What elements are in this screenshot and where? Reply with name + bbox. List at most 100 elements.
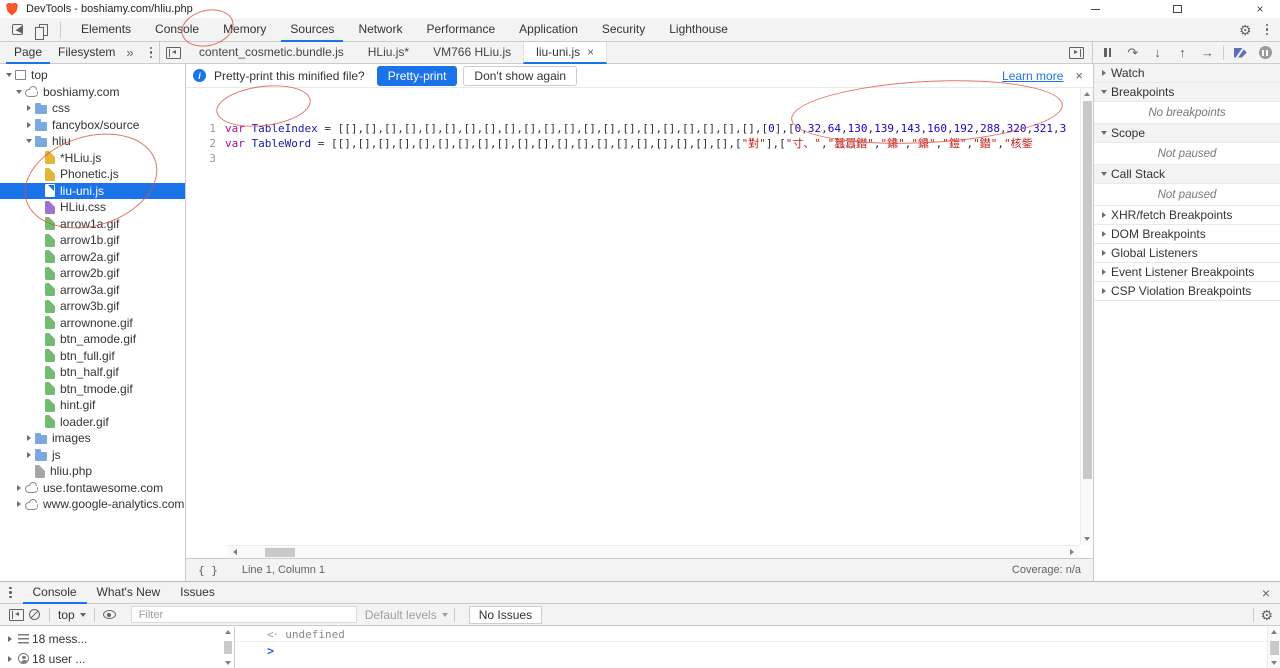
tree-item-hint-gif[interactable]: hint.gif	[0, 397, 185, 414]
scroll-down-icon[interactable]	[225, 661, 231, 665]
close-drawer-icon[interactable]: ×	[1262, 585, 1270, 601]
close-tab-icon[interactable]: ×	[587, 46, 594, 58]
section-watch[interactable]: Watch	[1094, 64, 1280, 83]
drawer-menu-icon[interactable]	[7, 585, 14, 601]
console-filter-input[interactable]	[131, 606, 357, 623]
code-editor[interactable]: 1var TableIndex = [[],[],[],[],[],[],[],…	[186, 88, 1080, 545]
deactivate-breakpoints-button[interactable]	[1229, 43, 1251, 63]
log-levels-dropdown[interactable]: Default levels	[365, 608, 448, 622]
tree-item-top[interactable]: top	[0, 67, 185, 84]
tree-item-hliu[interactable]: hliu	[0, 133, 185, 150]
console-sidebar-scrollbar[interactable]	[222, 628, 233, 667]
show-console-sidebar-button[interactable]	[7, 606, 25, 624]
editor-tab-vm766-hliu-js[interactable]: VM766 HLiu.js	[421, 42, 523, 64]
collapsed-arrow-icon[interactable]	[24, 452, 34, 458]
scroll-up-icon[interactable]	[1081, 88, 1093, 100]
pretty-print-button[interactable]: Pretty-print	[377, 66, 458, 86]
tree-item-btn-full-gif[interactable]: btn_full.gif	[0, 348, 185, 365]
section-global-listeners[interactable]: Global Listeners	[1094, 244, 1280, 263]
tree-item-arrow3b-gif[interactable]: arrow3b.gif	[0, 298, 185, 315]
tab-filesystem[interactable]: Filesystem	[50, 42, 123, 64]
editor-horizontal-scrollbar[interactable]	[227, 545, 1080, 558]
scroll-up-icon[interactable]	[225, 630, 231, 634]
tree-item-btn-amode-gif[interactable]: btn_amode.gif	[0, 331, 185, 348]
learn-more-link[interactable]: Learn more	[1002, 69, 1063, 83]
tree-item-fancybox-source[interactable]: fancybox/source	[0, 117, 185, 134]
tree-item-www-google-analytics-com[interactable]: www.google-analytics.com	[0, 496, 185, 513]
editor-tab-hliu-js[interactable]: HLiu.js*	[356, 42, 421, 64]
dont-show-again-button[interactable]: Don't show again	[463, 66, 577, 86]
section-breakpoints[interactable]: Breakpoints	[1094, 83, 1280, 102]
console-settings-gear-icon[interactable]: ⚙	[1260, 608, 1273, 622]
pretty-print-toggle-icon[interactable]: { }	[198, 564, 218, 577]
tree-item-hliu-css[interactable]: HLiu.css	[0, 199, 185, 216]
toggle-debugger-sidebar-icon[interactable]	[1069, 47, 1084, 59]
tab-memory[interactable]: Memory	[214, 18, 275, 42]
pause-on-exceptions-button[interactable]	[1254, 43, 1276, 63]
tab-sources[interactable]: Sources	[281, 18, 343, 42]
drawer-tab-what-s-new[interactable]: What's New	[87, 582, 171, 604]
tree-item-btn-half-gif[interactable]: btn_half.gif	[0, 364, 185, 381]
section-scope[interactable]: Scope	[1094, 124, 1280, 143]
section-call-stack[interactable]: Call Stack	[1094, 165, 1280, 184]
drawer-tab-issues[interactable]: Issues	[170, 582, 225, 604]
close-button[interactable]: ×	[1245, 0, 1275, 18]
clear-console-button[interactable]	[25, 606, 43, 624]
editor-vertical-scrollbar[interactable]	[1080, 88, 1093, 545]
collapsed-arrow-icon[interactable]	[14, 501, 24, 507]
collapsed-arrow-icon[interactable]	[24, 105, 34, 111]
tree-item-arrow3a-gif[interactable]: arrow3a.gif	[0, 282, 185, 299]
javascript-context-dropdown[interactable]: top	[56, 608, 88, 622]
tab-application[interactable]: Application	[510, 18, 587, 42]
minimize-button[interactable]	[1080, 0, 1110, 18]
section-csp-violation-breakpoints[interactable]: CSP Violation Breakpoints	[1094, 282, 1280, 301]
collapsed-arrow-icon[interactable]	[24, 122, 34, 128]
tree-item-hliu-php[interactable]: hliu.php	[0, 463, 185, 480]
tab-elements[interactable]: Elements	[72, 18, 140, 42]
tree-item-btn-tmode-gif[interactable]: btn_tmode.gif	[0, 381, 185, 398]
collapsed-arrow-icon[interactable]	[24, 435, 34, 441]
tab-console[interactable]: Console	[146, 18, 208, 42]
line-number[interactable]: 1	[186, 121, 216, 136]
scroll-left-icon[interactable]	[229, 546, 241, 558]
line-number[interactable]: 3	[186, 151, 216, 166]
scrollbar-thumb[interactable]	[265, 548, 295, 557]
section-dom-breakpoints[interactable]: DOM Breakpoints	[1094, 225, 1280, 244]
tree-item-arrow1b-gif[interactable]: arrow1b.gif	[0, 232, 185, 249]
tab-lighthouse[interactable]: Lighthouse	[660, 18, 737, 42]
close-infobar-icon[interactable]: ×	[1075, 68, 1083, 83]
section-xhr-fetch-breakpoints[interactable]: XHR/fetch Breakpoints	[1094, 206, 1280, 225]
expanded-arrow-icon[interactable]	[14, 90, 24, 94]
tab-security[interactable]: Security	[593, 18, 654, 42]
console-prompt-row[interactable]: >	[235, 642, 1280, 659]
tree-item-boshiamy-com[interactable]: boshiamy.com	[0, 84, 185, 101]
step-out-icon[interactable]: ↑	[1172, 43, 1194, 63]
tree-item-use-fontawesome-com[interactable]: use.fontawesome.com	[0, 480, 185, 497]
console-output[interactable]: <· undefined >	[235, 627, 1280, 668]
line-number[interactable]: 2	[186, 136, 216, 151]
tree-item-css[interactable]: css	[0, 100, 185, 117]
step-icon[interactable]: →	[1196, 43, 1218, 63]
console-sidebar-item-18-mess[interactable]: 18 mess...	[0, 630, 234, 647]
editor-tab-liu-uni-js[interactable]: liu-uni.js×	[523, 42, 607, 64]
tree-item-arrow2a-gif[interactable]: arrow2a.gif	[0, 249, 185, 266]
tree-item-liu-uni-js[interactable]: liu-uni.js	[0, 183, 185, 200]
expanded-arrow-icon[interactable]	[4, 73, 14, 77]
editor-tab-content-cosmetic-bundle-js[interactable]: content_cosmetic.bundle.js	[187, 42, 356, 64]
tree-item-js[interactable]: js	[0, 447, 185, 464]
more-tabs-icon[interactable]: »	[123, 45, 136, 60]
inspect-element-button[interactable]	[8, 21, 26, 39]
tree-item-images[interactable]: images	[0, 430, 185, 447]
scroll-down-icon[interactable]	[1271, 661, 1277, 665]
console-output-scrollbar[interactable]	[1267, 627, 1280, 668]
section-event-listener-breakpoints[interactable]: Event Listener Breakpoints	[1094, 263, 1280, 282]
drawer-tab-console[interactable]: Console	[23, 582, 87, 604]
tree-item-arrownone-gif[interactable]: arrownone.gif	[0, 315, 185, 332]
scroll-down-icon[interactable]	[1081, 533, 1093, 545]
collapsed-arrow-icon[interactable]	[14, 485, 24, 491]
step-into-icon[interactable]: ↓	[1147, 43, 1169, 63]
scrollbar-thumb[interactable]	[1083, 101, 1092, 479]
tree-item-loader-gif[interactable]: loader.gif	[0, 414, 185, 431]
tab-network[interactable]: Network	[349, 18, 411, 42]
scrollbar-thumb[interactable]	[1270, 641, 1279, 655]
